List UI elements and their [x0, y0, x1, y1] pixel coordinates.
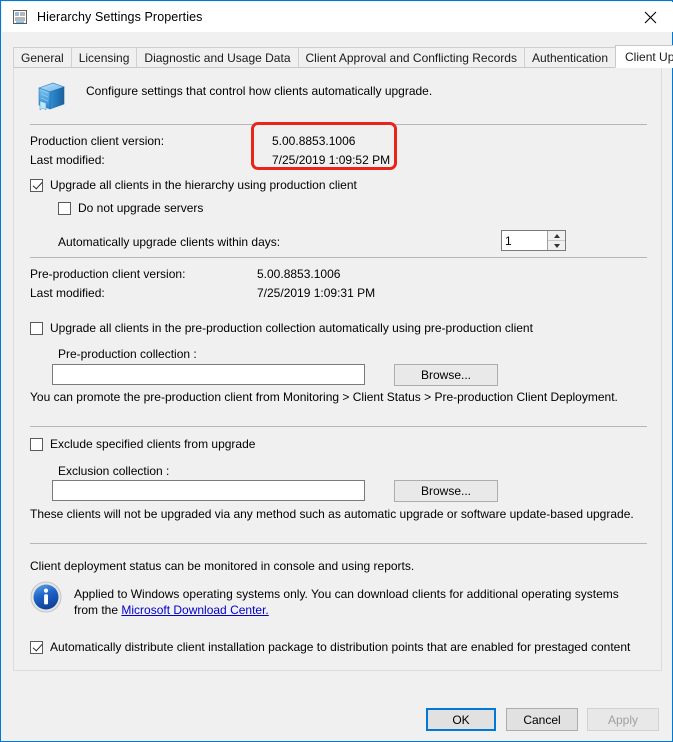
preproduction-last-modified-label: Last modified:	[30, 286, 105, 300]
exclusion-browse-button[interactable]: Browse...	[394, 480, 498, 502]
within-days-input[interactable]	[502, 231, 547, 250]
tab-authentication[interactable]: Authentication	[523, 47, 617, 67]
do-not-upgrade-servers-checkbox[interactable]: Do not upgrade servers	[58, 201, 203, 215]
microsoft-download-center-link[interactable]: Microsoft Download Center.	[121, 603, 268, 617]
panel-header: Configure settings that control how clie…	[24, 76, 644, 118]
checkbox-box	[58, 201, 71, 215]
client-upgrade-panel: Configure settings that control how clie…	[13, 67, 662, 671]
preproduction-collection-input[interactable]	[52, 364, 365, 385]
title-bar: Hierarchy Settings Properties	[2, 2, 673, 32]
tab-client-approval-and-conflicting-records[interactable]: Client Approval and Conflicting Records	[297, 47, 525, 67]
production-version-label: Production client version:	[30, 134, 165, 148]
within-days-stepper[interactable]	[501, 230, 566, 251]
client-package-3d-icon	[33, 79, 69, 115]
separator-top	[30, 124, 647, 125]
ok-button[interactable]: OK	[426, 708, 496, 731]
production-last-modified-label: Last modified:	[30, 153, 105, 167]
tab-client-upgrade[interactable]: Client Upgrade	[615, 45, 673, 68]
auto-distribute-checkbox[interactable]: Automatically distribute client installa…	[30, 640, 630, 654]
tab-diagnostic-and-usage-data[interactable]: Diagnostic and Usage Data	[136, 47, 299, 67]
upgrade-all-hierarchy-checkbox[interactable]: Upgrade all clients in the hierarchy usi…	[30, 178, 357, 192]
within-days-label: Automatically upgrade clients within day…	[58, 235, 281, 249]
checkbox-box	[30, 640, 43, 654]
separator-exclusion	[30, 543, 647, 544]
exclude-clients-label: Exclude specified clients from upgrade	[50, 437, 256, 451]
panel-header-text: Configure settings that control how clie…	[86, 84, 433, 98]
info-text: Applied to Windows operating systems onl…	[74, 586, 639, 618]
preproduction-version-value: 5.00.8853.1006	[257, 267, 341, 281]
checkbox-box	[30, 321, 43, 335]
checkbox-box	[30, 178, 43, 192]
stepper-up-icon[interactable]	[548, 231, 565, 241]
tab-strip: General Licensing Diagnostic and Usage D…	[13, 45, 673, 68]
tab-licensing[interactable]: Licensing	[70, 47, 138, 67]
production-last-modified-value: 7/25/2019 1:09:52 PM	[272, 153, 391, 167]
tab-general[interactable]: General	[13, 47, 72, 67]
auto-distribute-label: Automatically distribute client installa…	[50, 640, 631, 654]
close-icon[interactable]	[627, 2, 673, 32]
checkbox-box	[30, 437, 43, 451]
stepper-arrows	[547, 231, 565, 250]
do-not-upgrade-servers-label: Do not upgrade servers	[78, 201, 204, 215]
separator-production	[30, 257, 647, 258]
upgrade-all-hierarchy-label: Upgrade all clients in the hierarchy usi…	[50, 178, 357, 192]
separator-preproduction	[30, 426, 647, 427]
exclusion-collection-input[interactable]	[52, 480, 365, 501]
preproduction-browse-button[interactable]: Browse...	[394, 364, 498, 386]
preproduction-hint: You can promote the pre-production clien…	[30, 390, 618, 404]
exclusion-collection-label: Exclusion collection :	[58, 464, 170, 478]
exclusion-hint: These clients will not be upgraded via a…	[30, 507, 634, 521]
upgrade-all-preproduction-label: Upgrade all clients in the pre-productio…	[50, 321, 533, 335]
preproduction-collection-label: Pre-production collection :	[58, 347, 197, 361]
deployment-status-text: Client deployment status can be monitore…	[30, 559, 415, 573]
dialog-window: Hierarchy Settings Properties General Li…	[0, 0, 673, 742]
upgrade-all-preproduction-checkbox[interactable]: Upgrade all clients in the pre-productio…	[30, 321, 533, 335]
exclude-clients-checkbox[interactable]: Exclude specified clients from upgrade	[30, 437, 255, 451]
window-title: Hierarchy Settings Properties	[37, 10, 203, 24]
stepper-down-icon[interactable]	[548, 241, 565, 250]
preproduction-last-modified-value: 7/25/2019 1:09:31 PM	[257, 286, 376, 300]
info-icon	[30, 581, 62, 613]
preproduction-version-label: Pre-production client version:	[30, 267, 186, 281]
properties-window-icon	[12, 9, 28, 25]
cancel-button[interactable]: Cancel	[506, 708, 578, 731]
apply-button: Apply	[587, 708, 659, 731]
production-version-value: 5.00.8853.1006	[272, 134, 356, 148]
